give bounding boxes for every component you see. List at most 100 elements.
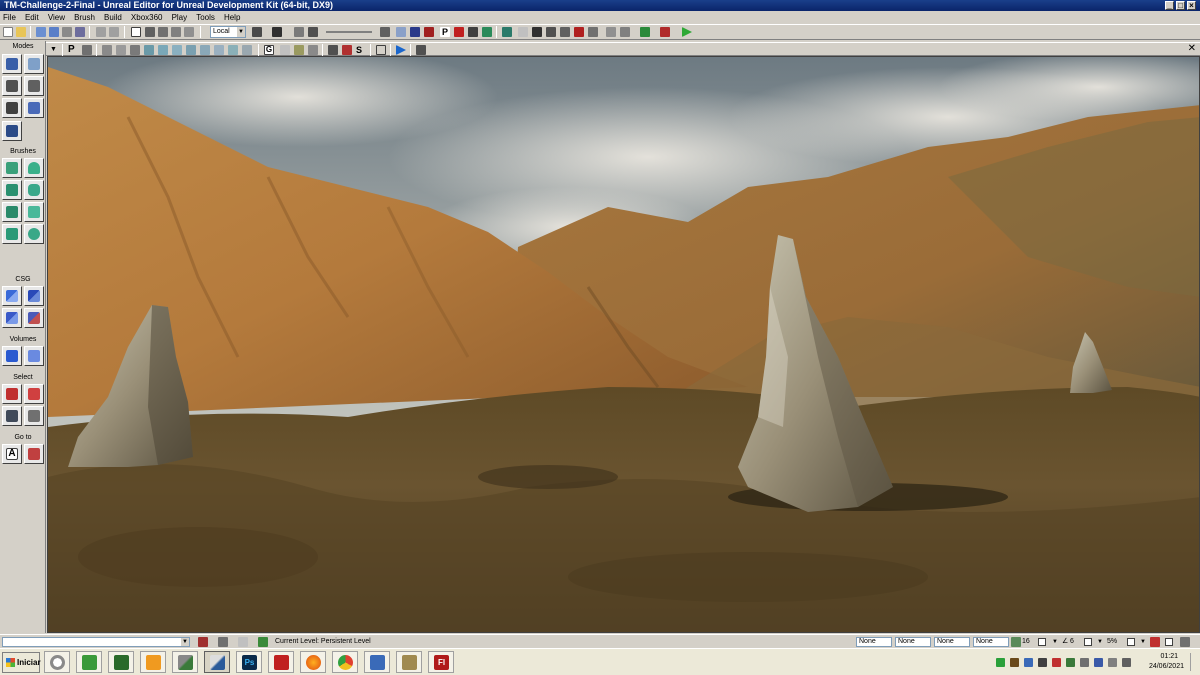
lock-icon[interactable]: [294, 45, 304, 55]
csg-subtract-button[interactable]: [24, 286, 44, 306]
stats-toggle[interactable]: S: [356, 45, 366, 55]
sheet-brush-button[interactable]: [24, 202, 44, 222]
sphere-brush-button[interactable]: [24, 224, 44, 244]
tray-alert-icon[interactable]: [1052, 658, 1061, 667]
scale-snap-checkbox[interactable]: [1127, 638, 1135, 646]
realtime-audio-icon[interactable]: [1150, 637, 1160, 647]
cone-brush-button[interactable]: [24, 158, 44, 178]
lightmap-density-icon[interactable]: [228, 45, 238, 55]
menu-edit[interactable]: Edit: [22, 11, 42, 24]
csg-deintersect-button[interactable]: [24, 308, 44, 328]
perspective-viewport[interactable]: [47, 56, 1200, 633]
lighting-only-icon[interactable]: [172, 45, 182, 55]
print-icon[interactable]: [62, 27, 72, 37]
camera-speed-slider[interactable]: [326, 31, 372, 33]
nonuniform-scale-icon[interactable]: [184, 27, 194, 37]
level-icon[interactable]: [218, 637, 228, 647]
viewport-menu-icon[interactable]: ▼: [50, 45, 60, 55]
select-icon[interactable]: [131, 27, 141, 37]
level-browser-icon[interactable]: [238, 637, 248, 647]
terrain-mode-button[interactable]: [2, 76, 22, 96]
kismet-icon[interactable]: P: [440, 27, 450, 37]
move-mode-button[interactable]: [24, 76, 44, 96]
chevron-down-icon[interactable]: ▼: [1140, 636, 1146, 648]
rotate-icon[interactable]: [158, 27, 168, 37]
taskbar-app-clock[interactable]: [44, 651, 70, 673]
brush-wireframe-icon[interactable]: [116, 45, 126, 55]
menu-play[interactable]: Play: [169, 11, 191, 24]
tray-usb-icon[interactable]: [1122, 658, 1131, 667]
shader-complexity-icon[interactable]: [214, 45, 224, 55]
stairs-brush-button[interactable]: [2, 180, 22, 200]
add-volume-button[interactable]: [2, 346, 22, 366]
cook-icon[interactable]: [606, 27, 616, 37]
play-in-viewport-icon[interactable]: [396, 45, 406, 55]
grid-checkbox[interactable]: [1038, 638, 1046, 646]
redo-icon[interactable]: [109, 27, 119, 37]
lighting-icon[interactable]: [588, 27, 598, 37]
move-icon[interactable]: [145, 27, 155, 37]
lit-icon[interactable]: [144, 45, 154, 55]
menu-file[interactable]: File: [0, 11, 19, 24]
taskbar-app-sublime[interactable]: [140, 651, 166, 673]
show-selected-button[interactable]: [2, 384, 22, 404]
clock-date[interactable]: 24/06/2021: [1149, 662, 1184, 672]
camera-mode-button[interactable]: [2, 54, 22, 74]
play-icon[interactable]: [682, 27, 692, 37]
open-icon[interactable]: [16, 27, 26, 37]
menu-help[interactable]: Help: [221, 11, 243, 24]
menu-tools[interactable]: Tools: [193, 11, 218, 24]
build-geometry-icon[interactable]: [502, 27, 512, 37]
command-input[interactable]: ▼: [2, 637, 190, 647]
realtime-icon[interactable]: [416, 45, 426, 55]
taskbar-app-chrome[interactable]: [332, 651, 358, 673]
cylinder-brush-button[interactable]: [24, 180, 44, 200]
show-all-button[interactable]: [24, 406, 44, 426]
goto-builder-brush-button[interactable]: [24, 444, 44, 464]
csg-intersect-button[interactable]: [2, 308, 22, 328]
taskbar-app-monitor[interactable]: [108, 651, 134, 673]
landscape-mode-button[interactable]: [2, 121, 22, 141]
tray-monitor-icon[interactable]: [1024, 658, 1033, 667]
level-browser-icon[interactable]: [468, 27, 478, 37]
close-button[interactable]: ×: [1187, 1, 1196, 10]
geometry-mode-button[interactable]: [24, 54, 44, 74]
mesh-paint-button[interactable]: [24, 98, 44, 118]
build-all-icon[interactable]: [560, 27, 570, 37]
autosave-checkbox[interactable]: [1165, 638, 1173, 646]
menu-brush[interactable]: Brush: [71, 11, 98, 24]
goto-actor-button[interactable]: A: [2, 444, 22, 464]
mode-icon[interactable]: [380, 27, 390, 37]
menu-xbox360[interactable]: Xbox360: [128, 11, 166, 24]
texture-mode-button[interactable]: [2, 98, 22, 118]
world-properties-icon[interactable]: [482, 27, 492, 37]
chevron-down-icon[interactable]: ▼: [1097, 636, 1103, 648]
coordinate-system-select[interactable]: Local ▼: [210, 26, 246, 38]
angle-snap-checkbox[interactable]: [1084, 638, 1092, 646]
show-flags-icon[interactable]: [280, 45, 290, 55]
new-icon[interactable]: [3, 27, 13, 37]
show-desktop-button[interactable]: [1190, 653, 1196, 671]
settings-icon[interactable]: [1180, 637, 1190, 647]
save-all-icon[interactable]: [49, 27, 59, 37]
actor-icon[interactable]: [328, 45, 338, 55]
linear-stairs-brush-button[interactable]: [2, 202, 22, 222]
texture-density-icon[interactable]: [200, 45, 210, 55]
tray-app-icon[interactable]: [1010, 658, 1019, 667]
taskbar-app-firefox[interactable]: [300, 651, 326, 673]
invert-selection-button[interactable]: [2, 406, 22, 426]
spiral-stairs-brush-button[interactable]: [2, 224, 22, 244]
tray-battery-icon[interactable]: [1108, 658, 1117, 667]
hide-selected-button[interactable]: [24, 384, 44, 404]
taskbar-app-archive[interactable]: [396, 651, 422, 673]
volume-list-button[interactable]: [24, 346, 44, 366]
console-icon[interactable]: [620, 27, 630, 37]
scale-icon[interactable]: [171, 27, 181, 37]
wireframe-icon[interactable]: [102, 45, 112, 55]
clock-time[interactable]: 01:21: [1160, 652, 1178, 662]
angle-snap-icon[interactable]: ∠: [1062, 636, 1068, 648]
matinee-actor-icon[interactable]: [342, 45, 352, 55]
tray-shield-icon[interactable]: [1066, 658, 1075, 667]
matinee-icon[interactable]: [454, 27, 464, 37]
current-level-icon[interactable]: [258, 637, 268, 647]
